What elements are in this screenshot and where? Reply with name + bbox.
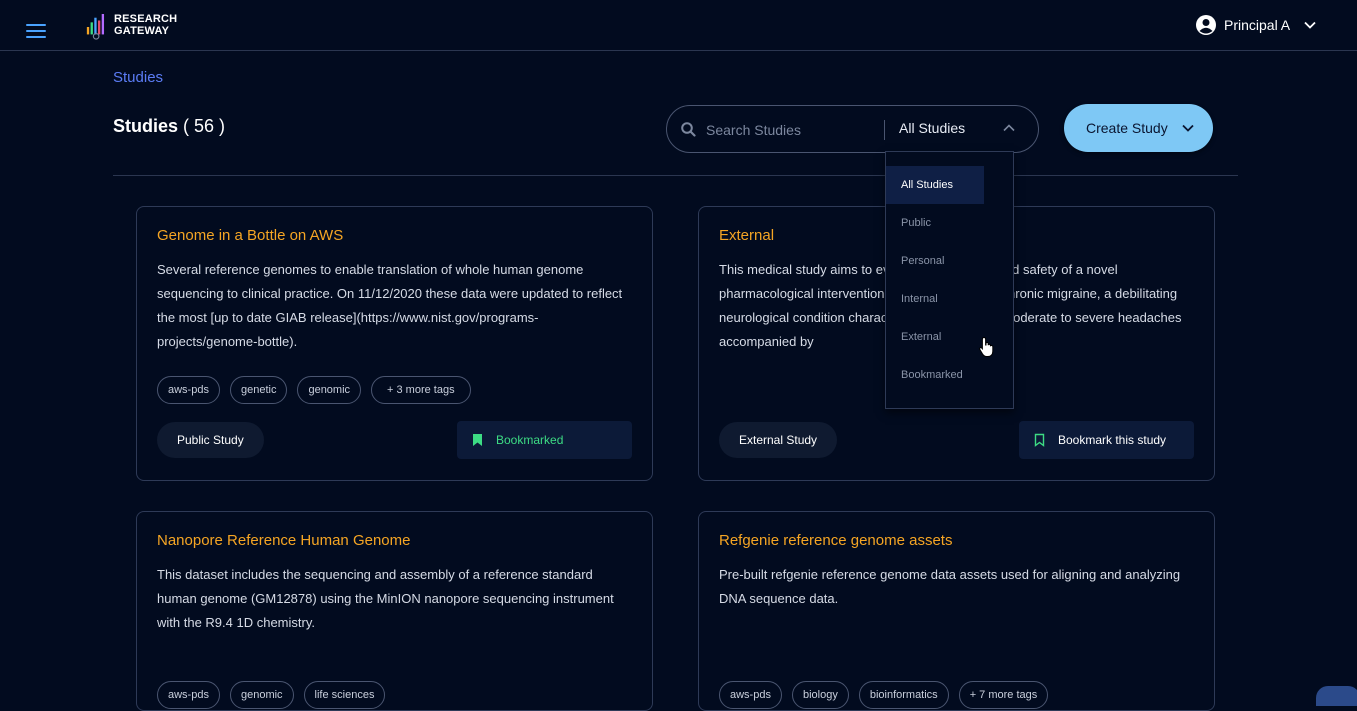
user-name: Principal A — [1224, 17, 1291, 33]
page-title-label: Studies — [113, 116, 179, 136]
create-study-button[interactable]: Create Study — [1064, 104, 1213, 152]
study-card[interactable]: Refgenie reference genome assets Pre-bui… — [698, 511, 1215, 711]
breadcrumb[interactable]: Studies — [113, 69, 163, 86]
tag[interactable]: aws-pds — [157, 681, 220, 709]
user-menu[interactable]: Principal A — [1196, 13, 1316, 37]
more-tags[interactable]: + 7 more tags — [958, 681, 1049, 709]
chevron-down-icon — [1182, 124, 1194, 132]
logo-text-line1: RESEARCH — [114, 13, 178, 25]
search-bar: All Studies — [666, 105, 1039, 153]
study-type-badge: Public Study — [157, 422, 264, 458]
bookmark-filled-icon — [473, 434, 482, 446]
study-type-badge: External Study — [719, 422, 838, 458]
tag-list: aws-pds genetic genomic + 3 more tags — [157, 376, 481, 404]
logo-bars-icon — [86, 14, 105, 40]
search-icon — [681, 122, 696, 137]
page-title: Studies ( 56 ) — [113, 116, 225, 137]
more-tags[interactable]: + 3 more tags — [371, 376, 471, 404]
study-title[interactable]: Nanopore Reference Human Genome — [157, 532, 410, 549]
filter-select[interactable]: All Studies — [899, 120, 965, 136]
study-description: Several reference genomes to enable tran… — [157, 262, 623, 349]
dropdown-option-all-studies[interactable]: All Studies — [886, 166, 984, 204]
bookmark-button[interactable]: Bookmarked — [457, 421, 632, 459]
tag[interactable]: life sciences — [303, 681, 386, 709]
chat-widget[interactable] — [1316, 686, 1357, 706]
bookmark-label: Bookmarked — [496, 433, 564, 447]
dropdown-option-personal[interactable]: Personal — [886, 242, 984, 280]
study-description: This dataset includes the sequencing and… — [157, 567, 614, 630]
study-card[interactable]: Nanopore Reference Human Genome This dat… — [136, 511, 653, 711]
study-count: ( 56 ) — [183, 116, 226, 136]
study-card[interactable]: Genome in a Bottle on AWS Several refere… — [136, 206, 653, 481]
tag-list: aws-pds genomic life sciences — [157, 681, 395, 709]
dropdown-option-internal[interactable]: Internal — [886, 280, 984, 318]
chevron-down-icon[interactable] — [1304, 21, 1316, 29]
create-study-label: Create Study — [1086, 120, 1168, 136]
logo[interactable]: RESEARCH GATEWAY — [86, 10, 186, 42]
menu-icon[interactable] — [26, 24, 46, 38]
tag[interactable]: biology — [791, 681, 849, 709]
user-avatar-icon — [1196, 15, 1216, 35]
tag[interactable]: genetic — [229, 376, 288, 404]
logo-text-line2: GATEWAY — [114, 25, 170, 37]
filter-dropdown-menu: All Studies Public Personal Internal Ext… — [885, 151, 1014, 409]
tag-list: aws-pds biology bioinformatics + 7 more … — [719, 681, 1058, 709]
tag[interactable]: aws-pds — [157, 376, 220, 404]
search-divider — [884, 120, 885, 140]
study-title[interactable]: Refgenie reference genome assets — [719, 532, 952, 549]
tag[interactable]: genomic — [229, 681, 294, 709]
search-input[interactable] — [704, 118, 883, 142]
study-title[interactable]: External — [719, 227, 774, 244]
bookmark-button[interactable]: Bookmark this study — [1019, 421, 1194, 459]
bookmark-label: Bookmark this study — [1058, 433, 1167, 447]
divider — [113, 175, 1238, 176]
tag[interactable]: genomic — [297, 376, 362, 404]
top-bar: RESEARCH GATEWAY Principal A — [0, 0, 1357, 51]
bookmark-outline-icon — [1034, 433, 1045, 447]
tag[interactable]: bioinformatics — [858, 681, 949, 709]
study-description: Pre-built refgenie reference genome data… — [719, 567, 1181, 606]
dropdown-option-external[interactable]: External — [886, 318, 984, 356]
study-title[interactable]: Genome in a Bottle on AWS — [157, 227, 343, 244]
dropdown-option-bookmarked[interactable]: Bookmarked — [886, 356, 984, 394]
chevron-up-icon[interactable] — [1003, 124, 1015, 132]
dropdown-option-public[interactable]: Public — [886, 204, 984, 242]
hand-pointer-icon — [979, 336, 994, 357]
tag[interactable]: aws-pds — [719, 681, 782, 709]
